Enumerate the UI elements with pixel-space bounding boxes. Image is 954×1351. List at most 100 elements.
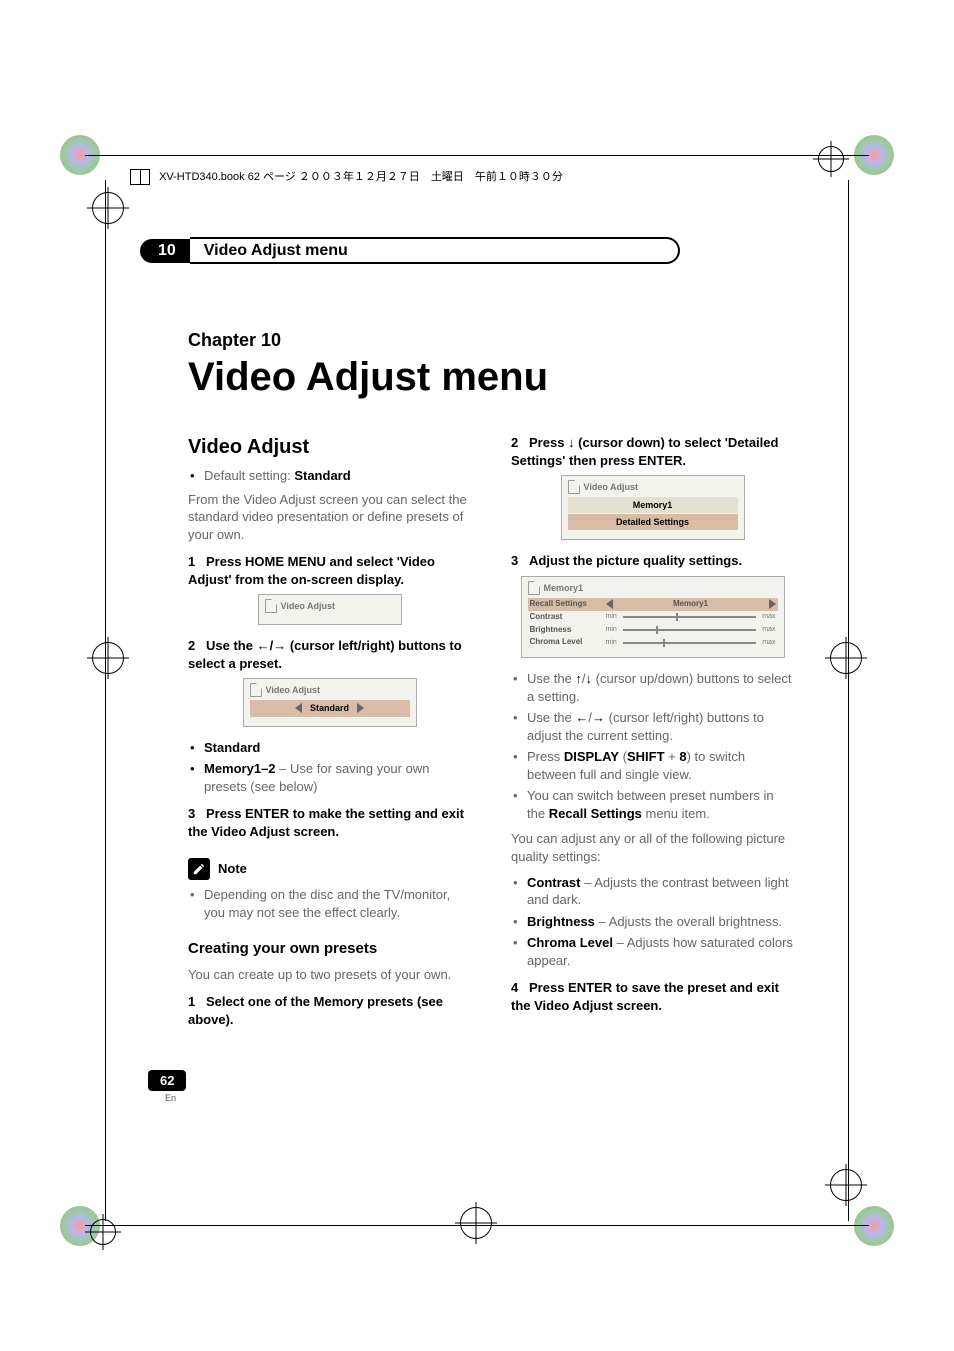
chapter-number-badge: 10 [140,239,190,263]
detail-label: Chroma Level [530,637,600,648]
page-icon [250,683,262,697]
step-1-text: Press HOME MENU and select 'Video Adjust… [188,554,435,587]
ui-row-memory1: Memory1 [568,497,738,513]
triangle-right-icon [357,703,364,713]
detail-row-recall: Recall Settings Memory1 [528,598,778,611]
slider-thumb-icon [676,613,678,621]
registration-mark-icon [92,642,124,674]
key-shift: SHIFT [627,749,665,764]
slider-bar [623,616,756,618]
default-setting-value: Standard [294,468,350,483]
q-desc: – Adjusts the overall brightness. [595,914,782,929]
q-label: Contrast [527,875,580,890]
option-standard-label: Standard [204,740,260,755]
registration-mark-icon [830,1169,862,1201]
registration-mark-icon [90,1219,116,1245]
step-number: 4 [511,979,529,997]
preset-step-2: 2Press ↓ (cursor down) to select 'Detail… [511,434,794,469]
page-number-badge: 62 [148,1070,186,1091]
note-block: Note [188,858,471,880]
recall-settings-ref: Recall Settings [549,806,642,821]
slider-thumb-icon [663,639,665,647]
txt: menu item. [642,806,710,821]
adjust-any-text: You can adjust any or all of the followi… [511,830,794,865]
page-language-label: En [165,1093,176,1103]
ui-preset-value: Standard [310,702,349,714]
page-title: Video Adjust menu [188,355,794,400]
preset-step-3-text: Adjust the picture quality settings. [529,553,742,568]
step-number: 2 [188,637,206,655]
detail-recall-value: Memory1 [619,599,763,610]
preset-step-1: 1Select one of the Memory presets (see a… [188,993,471,1028]
ui-preset-selector: Standard [250,700,410,716]
step-1: 1Press HOME MENU and select 'Video Adjus… [188,553,471,588]
q-label: Chroma Level [527,935,613,950]
txt: Use the [527,710,575,725]
ui-row-detailed-settings: Detailed Settings [568,514,738,530]
step-number: 1 [188,553,206,571]
quality-chroma: Chroma Level – Adjusts how saturated col… [511,934,794,969]
slider-thumb-icon [656,626,658,634]
step-number: 1 [188,993,206,1011]
preset-step-2-pre: Press [529,435,568,450]
option-standard: Standard [188,739,471,757]
hint-cursor-leftright: Use the ←/→ (cursor left/right) buttons … [511,709,794,744]
min-label: min [606,625,617,634]
page: XV-HTD340.book 62 ページ ２００３年１２月２７日 土曜日 午前… [0,0,954,1351]
presets-intro: You can create up to two presets of your… [188,966,471,984]
slider-bar [623,642,756,644]
page-icon [568,480,580,494]
registration-mark-icon [830,642,862,674]
content: Chapter 10 Video Adjust menu Video Adjus… [188,330,794,1131]
left-column: Video Adjust Default setting: Standard F… [188,434,471,1032]
step-number: 3 [188,805,206,823]
preset-step-4: 4Press ENTER to save the preset and exit… [511,979,794,1014]
step-3-text: Press ENTER to make the setting and exit… [188,806,464,839]
ui-row-memory1-label: Memory1 [633,500,673,510]
hint-display-shift8: Press DISPLAY (SHIFT + 8) to switch betw… [511,748,794,783]
txt: Use the [527,671,575,686]
arrow-up-icon: ↑ [575,671,582,686]
max-label: max [762,638,775,647]
detail-label-recall: Recall Settings [530,599,600,610]
section-heading-video-adjust: Video Adjust [188,434,471,461]
detail-label: Brightness [530,625,600,636]
right-column: 2Press ↓ (cursor down) to select 'Detail… [511,434,794,1032]
registration-mark-icon [460,1207,492,1239]
book-icon [130,169,150,185]
key-display: DISPLAY [564,749,619,764]
triangle-left-icon [295,703,302,713]
txt: ( [619,749,627,764]
arrow-left-icon: ← [257,638,270,653]
ui-mock-video-adjust-1: Video Adjust [258,594,402,625]
preset-step-4-text: Press ENTER to save the preset and exit … [511,980,779,1013]
chapter-label: Chapter 10 [188,330,794,351]
running-head: 10Video Adjust menu [140,237,724,263]
chapter-title-badge: Video Adjust menu [190,237,680,264]
note-label: Note [218,860,247,878]
note-text: Depending on the disc and the TV/monitor… [188,886,471,921]
registration-mark-icon [92,192,124,224]
registration-mark-icon [818,146,844,172]
section-heading-presets: Creating your own presets [188,939,471,959]
triangle-left-icon [606,599,613,609]
txt: + [665,749,680,764]
intro-text: From the Video Adjust screen you can sel… [188,491,471,544]
slider-bar [623,629,756,631]
triangle-right-icon [769,599,776,609]
arrow-right-icon: → [592,710,605,725]
crop-line-top [85,155,869,156]
step-number: 3 [511,552,529,570]
preset-step-1-text: Select one of the Memory presets (see ab… [188,994,443,1027]
hint-recall-settings: You can switch between preset numbers in… [511,787,794,822]
max-label: max [762,625,775,634]
page-icon [265,599,277,613]
detail-label: Contrast [530,612,600,623]
q-label: Brightness [527,914,595,929]
source-file-text: XV-HTD340.book 62 ページ ２００３年１２月２７日 土曜日 午前… [159,171,563,183]
ui-mock-video-adjust-2: Video Adjust Standard [243,678,417,726]
ui-mock-video-adjust-3: Video Adjust Memory1 Detailed Settings [561,475,745,540]
detail-row-brightness: Brightness min max [528,624,778,637]
detail-row-chroma: Chroma Level min max [528,636,778,649]
source-file-header: XV-HTD340.book 62 ページ ２００３年１２月２７日 土曜日 午前… [130,168,563,185]
